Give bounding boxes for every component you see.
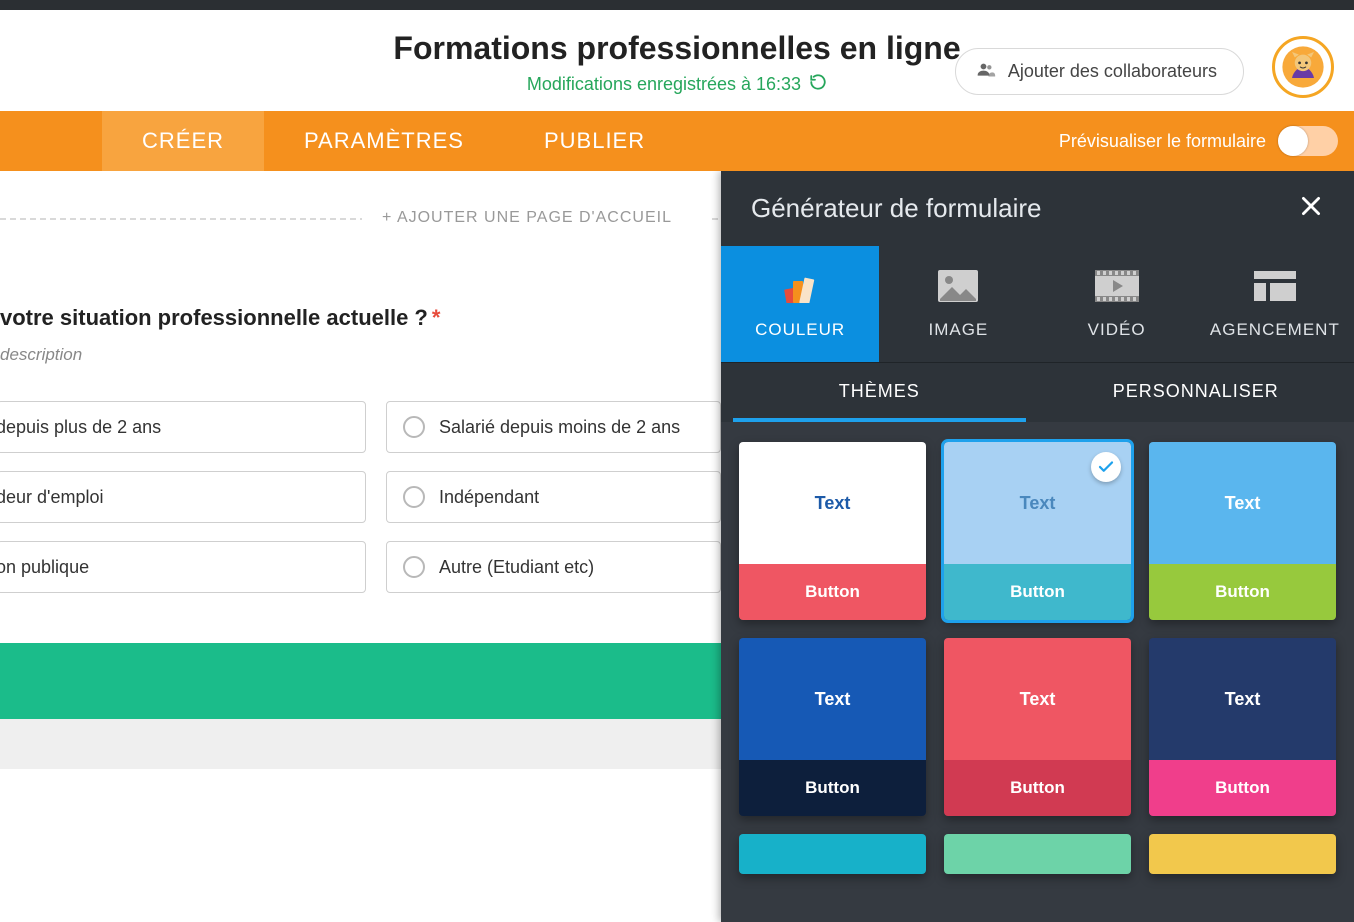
layout-icon xyxy=(1196,264,1354,308)
tool-tabs: COULEUR IMAGE VIDÉO AGENCEMENT xyxy=(721,246,1354,362)
add-welcome-page-label: + AJOUTER UNE PAGE D'ACCUEIL xyxy=(362,209,692,227)
check-icon xyxy=(1091,452,1121,482)
tool-tab-color[interactable]: COULEUR xyxy=(721,246,879,362)
user-avatar[interactable] xyxy=(1272,36,1334,98)
undo-icon[interactable] xyxy=(809,73,827,96)
option-row[interactable]: depuis plus de 2 ans xyxy=(0,401,366,453)
theme-button-area: Button xyxy=(944,564,1131,620)
tool-tab-label: COULEUR xyxy=(721,320,879,340)
tab-settings[interactable]: PARAMÈTRES xyxy=(264,111,504,171)
main-navbar: CRÉER PARAMÈTRES PUBLIER Prévisualiser l… xyxy=(0,111,1354,171)
option-label: Indépendant xyxy=(439,487,539,508)
required-asterisk: * xyxy=(432,305,441,330)
themes-grid: TextButtonTextButtonTextButtonTextButton… xyxy=(739,442,1336,874)
preview-label: Prévisualiser le formulaire xyxy=(1059,131,1266,152)
save-status: Modifications enregistrées à 16:33 xyxy=(527,73,827,96)
theme-card[interactable]: TextButton xyxy=(739,638,926,816)
theme-text-area: Text xyxy=(739,442,926,564)
question-title-text: votre situation professionnelle actuelle… xyxy=(0,305,428,330)
app-header: Formations professionnelles en ligne Mod… xyxy=(0,10,1354,111)
panel-title: Générateur de formulaire xyxy=(751,193,1041,224)
subtab-themes[interactable]: THÈMES xyxy=(721,363,1038,422)
option-label: Autre (Etudiant etc) xyxy=(439,557,594,578)
option-row[interactable]: deur d'emploi xyxy=(0,471,366,523)
option-row[interactable]: on publique xyxy=(0,541,366,593)
theme-card[interactable]: TextButton xyxy=(1149,442,1336,620)
theme-card[interactable]: TextButton xyxy=(944,442,1131,620)
theme-text-area: Text xyxy=(1149,638,1336,760)
theme-card[interactable]: TextButton xyxy=(739,442,926,620)
theme-card[interactable] xyxy=(1149,834,1336,874)
radio-icon xyxy=(403,486,425,508)
option-row[interactable]: Autre (Etudiant etc) xyxy=(386,541,721,593)
theme-card[interactable]: TextButton xyxy=(944,638,1131,816)
option-label: depuis plus de 2 ans xyxy=(0,417,161,438)
close-panel-button[interactable] xyxy=(1298,193,1324,224)
tab-publish[interactable]: PUBLIER xyxy=(504,111,685,171)
palette-icon xyxy=(721,264,879,308)
theme-button-area: Button xyxy=(1149,760,1336,816)
theme-card[interactable] xyxy=(739,834,926,874)
option-row[interactable]: Salarié depuis moins de 2 ans xyxy=(386,401,721,453)
form-builder-panel: Générateur de formulaire COULEUR IMAGE xyxy=(721,171,1354,922)
tab-create[interactable]: CRÉER xyxy=(102,111,264,171)
radio-icon xyxy=(403,416,425,438)
theme-text-area: Text xyxy=(944,638,1131,760)
panel-subtabs: THÈMES PERSONNALISER xyxy=(721,363,1354,422)
tool-tab-layout[interactable]: AGENCEMENT xyxy=(1196,246,1354,362)
subtab-customize[interactable]: PERSONNALISER xyxy=(1038,363,1354,422)
option-label: on publique xyxy=(0,557,89,578)
theme-text-area: Text xyxy=(1149,442,1336,564)
themes-area[interactable]: TextButtonTextButtonTextButtonTextButton… xyxy=(721,422,1354,922)
preview-toggle[interactable] xyxy=(1278,126,1338,156)
workspace: + AJOUTER UNE PAGE D'ACCUEIL votre situa… xyxy=(0,171,1354,922)
save-status-text: Modifications enregistrées à 16:33 xyxy=(527,74,801,95)
tool-tab-label: IMAGE xyxy=(879,320,1037,340)
add-collaborators-label: Ajouter des collaborateurs xyxy=(1008,61,1217,82)
theme-card[interactable] xyxy=(944,834,1131,874)
video-icon xyxy=(1038,264,1196,308)
theme-text-area: Text xyxy=(739,638,926,760)
tool-tab-label: AGENCEMENT xyxy=(1196,320,1354,340)
add-collaborators-button[interactable]: Ajouter des collaborateurs xyxy=(955,48,1244,95)
theme-button-area: Button xyxy=(944,760,1131,816)
tool-tab-image[interactable]: IMAGE xyxy=(879,246,1037,362)
theme-button-area: Button xyxy=(739,564,926,620)
option-label: deur d'emploi xyxy=(0,487,104,508)
preview-toggle-area: Prévisualiser le formulaire xyxy=(1059,111,1338,171)
collaborators-icon xyxy=(976,59,996,84)
theme-button-area: Button xyxy=(739,760,926,816)
image-icon xyxy=(879,264,1037,308)
theme-card[interactable]: TextButton xyxy=(1149,638,1336,816)
tool-tab-video[interactable]: VIDÉO xyxy=(1038,246,1196,362)
radio-icon xyxy=(403,556,425,578)
option-row[interactable]: Indépendant xyxy=(386,471,721,523)
nav-tabs: CRÉER PARAMÈTRES PUBLIER xyxy=(102,111,685,171)
tool-tab-label: VIDÉO xyxy=(1038,320,1196,340)
theme-button-area: Button xyxy=(1149,564,1336,620)
option-label: Salarié depuis moins de 2 ans xyxy=(439,417,680,438)
panel-header: Générateur de formulaire xyxy=(721,171,1354,246)
window-top-bar xyxy=(0,0,1354,10)
